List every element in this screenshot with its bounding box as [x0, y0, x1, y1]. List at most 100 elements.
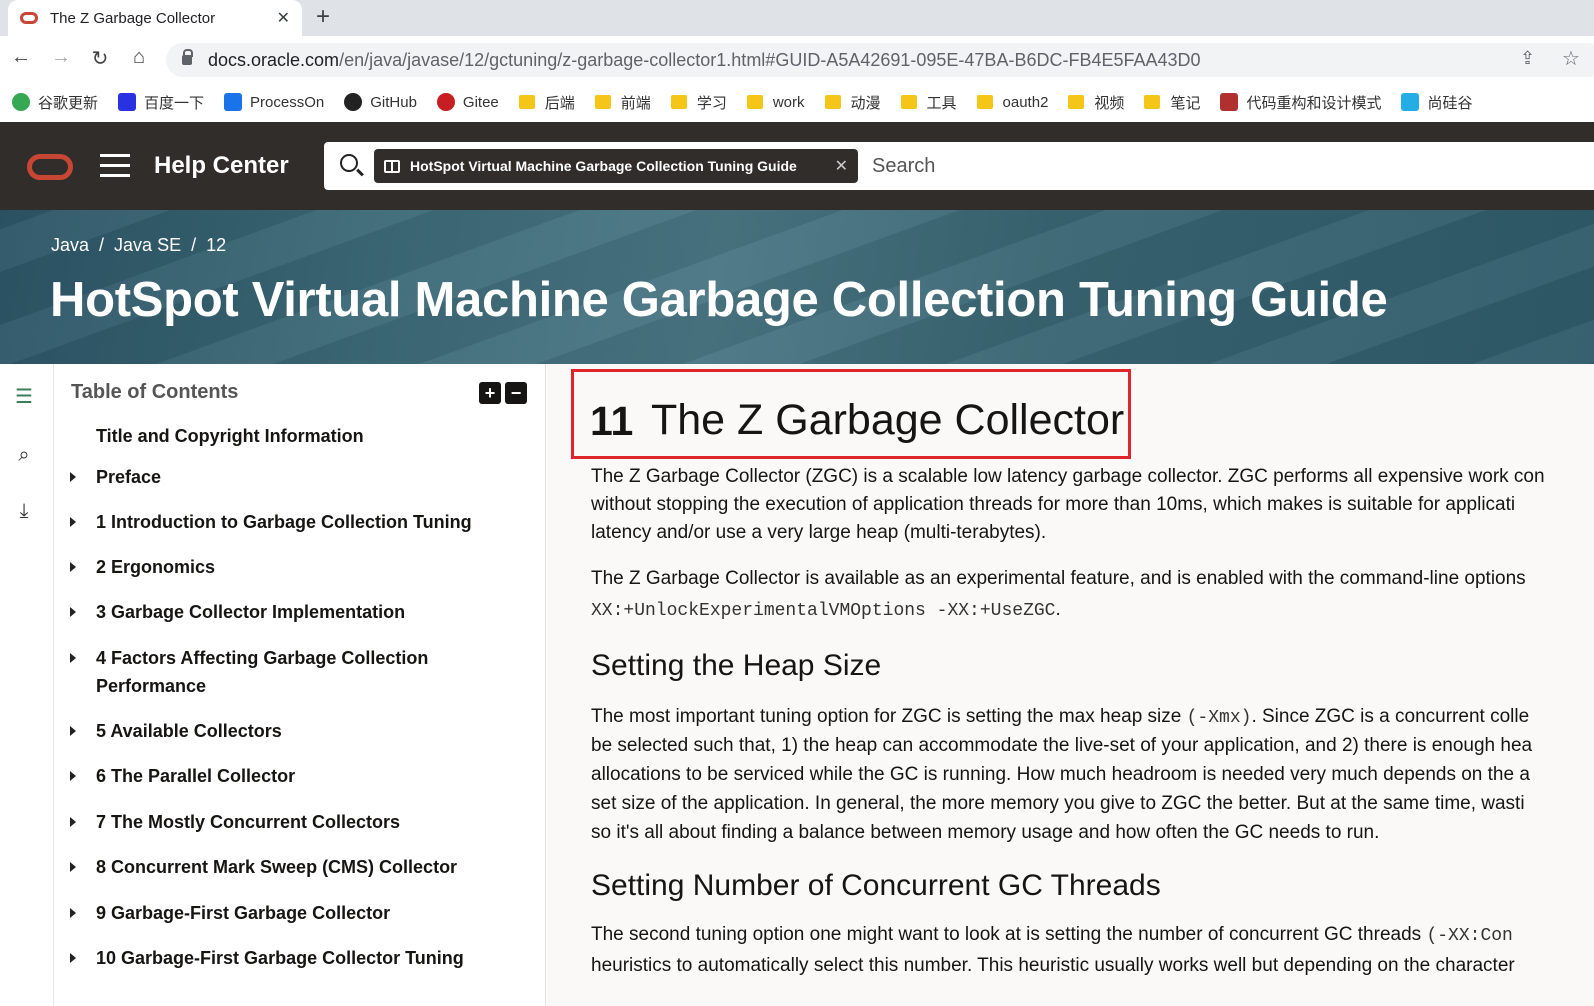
- folder-icon: [1068, 95, 1085, 109]
- url-field[interactable]: docs.oracle.com/en/java/javase/12/gctuni…: [166, 43, 1594, 77]
- bookmark-star-icon[interactable]: ☆: [1562, 46, 1580, 71]
- browser-tab[interactable]: The Z Garbage Collector ✕: [8, 0, 302, 36]
- toc-item[interactable]: 6 The Parallel Collector: [70, 762, 516, 790]
- expand-caret-icon[interactable]: [70, 517, 76, 527]
- expand-caret-icon[interactable]: [70, 562, 76, 572]
- bookmark-item[interactable]: oauth2: [976, 94, 1048, 111]
- toc-item[interactable]: 5 Available Collectors: [70, 717, 516, 745]
- paragraph-line: The most important tuning option for ZGC…: [591, 706, 1530, 728]
- bookmark-label: 谷歌更新: [38, 94, 99, 112]
- home-icon[interactable]: ⌂: [126, 46, 152, 69]
- site-header: Help Center HotSpot Virtual Machine Garb…: [0, 122, 1594, 210]
- paragraph-line: so it's all about finding a balance betw…: [591, 822, 1380, 843]
- menu-icon[interactable]: [100, 154, 130, 184]
- side-rail: ☰ ⌕ ⤓: [0, 364, 54, 1006]
- back-icon[interactable]: ←: [8, 46, 34, 69]
- toc-item[interactable]: 7 The Mostly Concurrent Collectors: [70, 808, 516, 836]
- oracle-logo-icon[interactable]: [27, 154, 73, 180]
- toc-heading: Table of Contents: [71, 381, 239, 403]
- paragraph-line: The Z Garbage Collector (ZGC) is a scala…: [591, 466, 1545, 487]
- paragraph-line: be selected such that, 1) the heap can a…: [591, 735, 1533, 756]
- bookmark-item[interactable]: 工具: [900, 92, 957, 113]
- expand-caret-icon[interactable]: [70, 908, 76, 918]
- bookmark-item[interactable]: 前端: [594, 92, 651, 113]
- expand-caret-icon[interactable]: [70, 472, 76, 482]
- code-snippet: (-Xmx): [1186, 708, 1252, 728]
- folder-icon: [670, 95, 687, 109]
- url-text: docs.oracle.com/en/java/javase/12/gctuni…: [208, 49, 1201, 70]
- help-center-title[interactable]: Help Center: [154, 152, 289, 180]
- toc-item[interactable]: 9 Garbage-First Garbage Collector: [70, 899, 516, 927]
- toc-item[interactable]: 4 Factors Affecting Garbage Collection P…: [70, 644, 516, 700]
- toc-item[interactable]: Title and Copyright Information: [96, 422, 516, 450]
- bookmark-item[interactable]: work: [746, 94, 805, 111]
- bookmark-item[interactable]: 学习: [670, 92, 727, 113]
- paragraph-line: latency and/or use a very large heap (mu…: [591, 522, 1047, 543]
- toc-list-icon[interactable]: ☰: [12, 384, 36, 408]
- breadcrumb-java[interactable]: Java: [51, 235, 89, 256]
- share-icon[interactable]: ⇪: [1520, 48, 1535, 69]
- code-snippet: XX:+UnlockExperimentalVMOptions -XX:+Use…: [591, 601, 1056, 621]
- breadcrumb-version[interactable]: 12: [206, 235, 226, 256]
- article-content: 11 The Z Garbage Collector The Z Garbage…: [547, 364, 1594, 1006]
- toc-item[interactable]: 3 Garbage Collector Implementation: [70, 598, 516, 626]
- expand-caret-icon[interactable]: [70, 607, 76, 617]
- reload-icon[interactable]: ↻: [87, 46, 113, 71]
- bookmark-item[interactable]: 谷歌更新: [12, 92, 98, 113]
- forward-icon[interactable]: →: [48, 46, 74, 69]
- lock-icon: [182, 49, 193, 65]
- chrome-icon: [12, 93, 30, 111]
- paragraph-line: The second tuning option one might want …: [591, 924, 1513, 946]
- toc-item-label: 4 Factors Affecting Garbage Collection P…: [96, 648, 429, 696]
- bookmark-item[interactable]: 视频: [1068, 92, 1124, 113]
- bookmark-label: 后端: [544, 94, 575, 112]
- code-snippet: (-XX:Con: [1426, 926, 1513, 946]
- search-icon[interactable]: ⌕: [12, 444, 36, 468]
- paragraph-line: without stopping the execution of applic…: [591, 494, 1516, 515]
- toc-item[interactable]: 10 Garbage-First Garbage Collector Tunin…: [70, 944, 516, 972]
- expand-caret-icon[interactable]: [70, 771, 76, 781]
- bookmark-item[interactable]: 代码重构和设计模式: [1220, 92, 1381, 113]
- breadcrumb-java-se[interactable]: Java SE: [114, 235, 181, 256]
- toc-item[interactable]: 1 Introduction to Garbage Collection Tun…: [70, 508, 516, 536]
- chapter-number: 11: [590, 398, 634, 444]
- expand-caret-icon[interactable]: [70, 862, 76, 872]
- collapse-all-button[interactable]: −: [505, 382, 527, 404]
- download-icon[interactable]: ⤓: [12, 500, 36, 524]
- bookmark-item[interactable]: 百度一下: [118, 92, 204, 113]
- toc-item[interactable]: 8 Concurrent Mark Sweep (CMS) Collector: [70, 853, 516, 881]
- toc-item[interactable]: Preface: [70, 463, 516, 491]
- baidu-icon: [118, 93, 137, 111]
- bookmark-item[interactable]: 后端: [518, 92, 575, 113]
- bookmark-item[interactable]: GitHub: [344, 93, 417, 111]
- tab-close-icon[interactable]: ✕: [277, 8, 290, 28]
- new-tab-button[interactable]: +: [316, 3, 330, 31]
- toc-item-label: 5 Available Collectors: [96, 721, 282, 741]
- expand-caret-icon[interactable]: [70, 726, 76, 736]
- toc-controls: + −: [479, 382, 527, 404]
- search-icon[interactable]: [340, 154, 358, 172]
- bookmark-item[interactable]: Gitee: [436, 93, 499, 111]
- bookmark-item[interactable]: ProcessOn: [224, 93, 324, 111]
- bookmarks-bar: 谷歌更新 百度一下 ProcessOn GitHub Gitee 后端 前端 学习 work 动漫…: [0, 82, 1594, 122]
- toc-item[interactable]: 2 Ergonomics: [70, 553, 516, 581]
- expand-caret-icon[interactable]: [70, 817, 76, 827]
- chip-close-icon[interactable]: ✕: [835, 156, 848, 176]
- toc-item-label: Preface: [96, 467, 162, 487]
- bookmark-item[interactable]: 尚硅谷: [1401, 92, 1472, 113]
- toc-item-label: 3 Garbage Collector Implementation: [96, 602, 406, 622]
- address-bar-row: ← → ↻ ⌂ docs.oracle.com/en/java/javase/1…: [0, 36, 1594, 82]
- search-input[interactable]: [872, 152, 1572, 180]
- expand-caret-icon[interactable]: [70, 953, 76, 963]
- bookmark-item[interactable]: 笔记: [1144, 92, 1200, 113]
- folder-icon: [900, 95, 917, 109]
- bilibili-icon: [1401, 93, 1420, 111]
- bookmark-label: 学习: [696, 94, 727, 112]
- search-scope-chip[interactable]: HotSpot Virtual Machine Garbage Collecti…: [374, 149, 858, 183]
- expand-all-button[interactable]: +: [479, 382, 501, 404]
- bookmark-label: 前端: [620, 94, 651, 112]
- expand-caret-icon[interactable]: [70, 653, 76, 663]
- tab-title: The Z Garbage Collector: [50, 9, 216, 27]
- bookmark-item[interactable]: 动漫: [824, 92, 881, 113]
- breadcrumb: Java / Java SE / 12: [51, 235, 226, 256]
